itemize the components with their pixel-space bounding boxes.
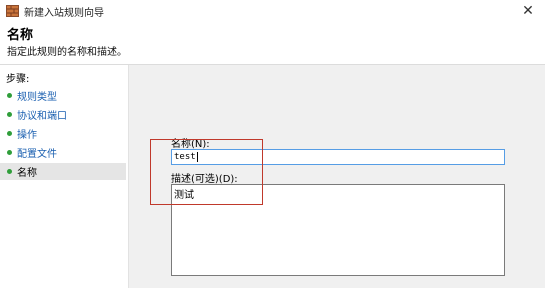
- steps-sidebar: 步骤: 规则类型 协议和端口 操作 配置文件 名称: [0, 65, 129, 288]
- step-bullet-icon: [7, 131, 12, 136]
- step-rule-type[interactable]: 规则类型: [0, 87, 126, 104]
- step-protocol-port[interactable]: 协议和端口: [0, 106, 126, 123]
- step-bullet-icon: [7, 93, 12, 98]
- name-input[interactable]: test: [171, 149, 505, 165]
- wizard-header: 名称 指定此规则的名称和描述。: [0, 22, 545, 65]
- step-action[interactable]: 操作: [0, 125, 126, 142]
- page-title: 名称: [7, 28, 34, 43]
- name-label: 名称(N):: [171, 139, 210, 150]
- close-icon: ✕: [522, 3, 534, 19]
- description-input[interactable]: 测试: [171, 184, 505, 276]
- text-caret: [196, 151, 198, 162]
- step-label: 操作: [17, 130, 37, 141]
- name-input-value: test: [174, 152, 196, 162]
- firewall-wizard-icon: [6, 5, 19, 17]
- window-title: 新建入站规则向导: [24, 8, 104, 19]
- step-label: 配置文件: [17, 149, 57, 160]
- step-name[interactable]: 名称: [0, 163, 126, 180]
- step-profile[interactable]: 配置文件: [0, 144, 126, 161]
- step-label: 规则类型: [17, 92, 57, 103]
- close-button[interactable]: ✕: [511, 0, 545, 22]
- page-subtitle: 指定此规则的名称和描述。: [7, 47, 127, 58]
- steps-label: 步骤:: [6, 74, 30, 85]
- title-bar: 新建入站规则向导 ✕: [0, 0, 545, 22]
- wizard-content: 名称(N): test 描述(可选)(D): 测试: [129, 65, 545, 288]
- step-bullet-icon: [7, 150, 12, 155]
- step-label: 协议和端口: [17, 111, 67, 122]
- step-bullet-icon: [7, 112, 12, 117]
- step-label: 名称: [17, 168, 37, 179]
- step-bullet-icon: [7, 169, 12, 174]
- description-label: 描述(可选)(D):: [171, 174, 238, 185]
